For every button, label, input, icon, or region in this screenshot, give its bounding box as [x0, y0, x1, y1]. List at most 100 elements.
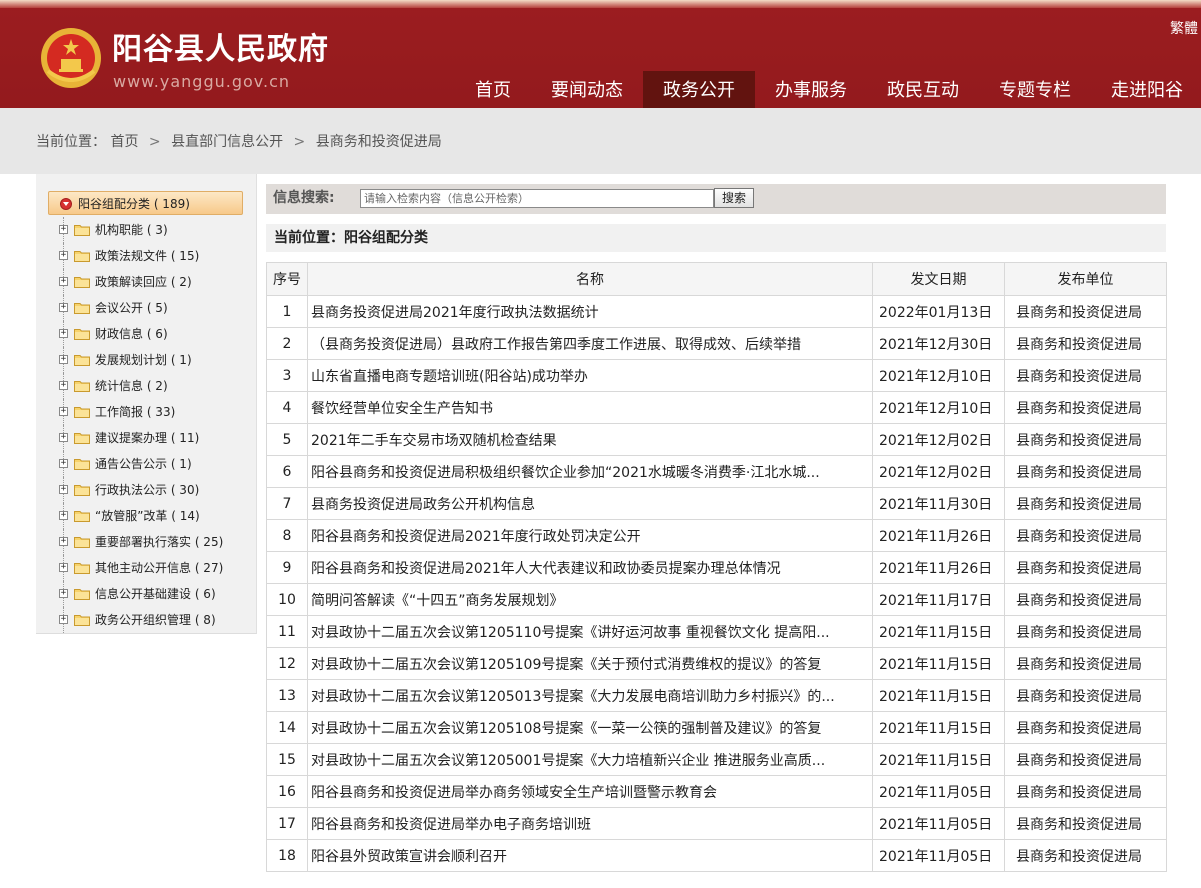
breadcrumb-commerce-bureau[interactable]: 县商务和投资促进局: [316, 134, 442, 150]
tree-item[interactable]: + 机构职能 ( 3): [36, 217, 256, 243]
search-button[interactable]: 搜索: [714, 188, 754, 208]
tree-item[interactable]: + 其他主动公开信息 ( 27): [36, 555, 256, 581]
expand-icon[interactable]: +: [59, 407, 68, 416]
tree-item[interactable]: + 政策法规文件 ( 15): [36, 243, 256, 269]
tree-item[interactable]: + 通告公告公示 ( 1): [36, 451, 256, 477]
nav-news[interactable]: 要闻动态: [531, 71, 643, 108]
table-row: 15 对县政协十二届五次会议第1205001号提案《大力培植新兴企业 推进服务业高…: [266, 743, 1167, 776]
expand-icon[interactable]: +: [59, 355, 68, 364]
tree-item[interactable]: + 发展规划计划 ( 1): [36, 347, 256, 373]
site-title: 阳谷县人民政府: [112, 32, 329, 67]
tree-item[interactable]: + 重要部署执行落实 ( 25): [36, 529, 256, 555]
tree-item-label: 工作简报 ( 33): [95, 405, 176, 419]
expand-icon[interactable]: +: [59, 251, 68, 260]
current-position-text: 当前位置：阳谷组配分类: [274, 230, 428, 246]
row-unit: 县商务和投资促进局: [1004, 839, 1167, 872]
breadcrumb-home[interactable]: 首页: [110, 134, 138, 150]
table-body: 1 县商务投资促进局2021年度行政执法数据统计 2022年01月13日 县商务和投资…: [266, 295, 1167, 872]
row-title-link[interactable]: 对县政协十二届五次会议第1205001号提案《大力培植新兴企业 推进服务业高质.…: [307, 743, 873, 776]
row-date: 2021年12月02日: [872, 455, 1005, 488]
breadcrumb-dept-info[interactable]: 县直部门信息公开: [171, 134, 283, 150]
current-position-bar: 当前位置：阳谷组配分类: [266, 224, 1166, 252]
row-title-link[interactable]: 简明问答解读《“十四五”商务发展规划》: [307, 583, 873, 616]
tree-item-label: 建议提案办理 ( 11): [95, 431, 200, 445]
row-unit: 县商务和投资促进局: [1004, 327, 1167, 360]
nav-special-topics[interactable]: 专题专栏: [979, 71, 1091, 108]
tree-item[interactable]: + 会议公开 ( 5): [36, 295, 256, 321]
expand-icon[interactable]: +: [59, 381, 68, 390]
tree-item-label: 重要部署执行落实 ( 25): [95, 535, 224, 549]
row-unit: 县商务和投资促进局: [1004, 615, 1167, 648]
row-title-link[interactable]: 对县政协十二届五次会议第1205110号提案《讲好运河故事 重视餐饮文化 提高阳…: [307, 615, 873, 648]
tree-item[interactable]: + 工作简报 ( 33): [36, 399, 256, 425]
row-unit: 县商务和投资促进局: [1004, 551, 1167, 584]
expand-icon[interactable]: +: [59, 589, 68, 598]
row-date: 2021年11月15日: [872, 679, 1005, 712]
tree-item-label: 信息公开基础建设 ( 6): [95, 587, 216, 601]
nav-interaction[interactable]: 政民互动: [867, 71, 979, 108]
tree-item[interactable]: + 行政执法公示 ( 30): [36, 477, 256, 503]
row-title-link[interactable]: 阳谷县外贸政策宣讲会顺利召开: [307, 839, 873, 872]
row-title-link[interactable]: 对县政协十二届五次会议第1205108号提案《一菜一公筷的强制普及建议》的答复: [307, 711, 873, 744]
expand-icon[interactable]: +: [59, 459, 68, 468]
row-title-link[interactable]: 2021年二手车交易市场双随机检查结果: [307, 423, 873, 456]
expand-icon[interactable]: +: [59, 563, 68, 572]
breadcrumb-separator: >: [148, 134, 161, 150]
expand-icon[interactable]: +: [59, 511, 68, 520]
folder-icon: [74, 277, 90, 288]
tree-item[interactable]: + 财政信息 ( 6): [36, 321, 256, 347]
row-date: 2021年11月30日: [872, 487, 1005, 520]
folder-icon: [74, 563, 90, 574]
row-date: 2021年12月10日: [872, 391, 1005, 424]
breadcrumb-label: 当前位置：: [36, 134, 106, 150]
tree-item[interactable]: + 信息公开基础建设 ( 6): [36, 581, 256, 607]
expand-icon[interactable]: +: [59, 303, 68, 312]
nav-home[interactable]: 首页: [455, 71, 531, 108]
expand-icon[interactable]: +: [59, 485, 68, 494]
expand-icon[interactable]: +: [59, 277, 68, 286]
expand-icon[interactable]: +: [59, 433, 68, 442]
main-nav: 首页 要闻动态 政务公开 办事服务 政民互动 专题专栏 走进阳谷: [455, 71, 1201, 108]
tree-item[interactable]: + 建议提案办理 ( 11): [36, 425, 256, 451]
row-title-link[interactable]: （县商务投资促进局）县政府工作报告第四季度工作进展、取得成效、后续举措: [307, 327, 873, 360]
row-title-link[interactable]: 对县政协十二届五次会议第1205013号提案《大力发展电商培训助力乡村振兴》的.…: [307, 679, 873, 712]
row-title-link[interactable]: 阳谷县商务和投资促进局举办电子商务培训班: [307, 807, 873, 840]
tree-item-label: “放管服”改革 ( 14): [95, 509, 200, 523]
row-title-link[interactable]: 对县政协十二届五次会议第1205109号提案《关于预付式消费维权的提议》的答复: [307, 647, 873, 680]
row-index: 9: [266, 551, 308, 584]
row-date: 2021年11月15日: [872, 743, 1005, 776]
breadcrumb-bar: 当前位置： 首页 > 县直部门信息公开 > 县商务和投资促进局: [0, 108, 1201, 174]
tree-item[interactable]: + 统计信息 ( 2): [36, 373, 256, 399]
nav-services[interactable]: 办事服务: [755, 71, 867, 108]
row-title-link[interactable]: 阳谷县商务和投资促进局2021年度行政处罚决定公开: [307, 519, 873, 552]
row-title-link[interactable]: 阳谷县商务和投资促进局举办商务领域安全生产培训暨警示教育会: [307, 775, 873, 808]
tree-item[interactable]: + “放管服”改革 ( 14): [36, 503, 256, 529]
search-input[interactable]: [360, 189, 714, 208]
tree-item[interactable]: + 政务公开组织管理 ( 8): [36, 607, 256, 633]
row-title-link[interactable]: 山东省直播电商专题培训班(阳谷站)成功举办: [307, 359, 873, 392]
tree-item-label: 会议公开 ( 5): [95, 301, 168, 315]
row-title-link[interactable]: 阳谷县商务和投资促进局积极组织餐饮企业参加“2021水城暖冬消费季·江北水城..…: [307, 455, 873, 488]
nav-about-yanggu[interactable]: 走进阳谷: [1091, 71, 1201, 108]
row-title-link[interactable]: 阳谷县商务和投资促进局2021年人大代表建议和政协委员提案办理总体情况: [307, 551, 873, 584]
browser-bookmark-strip: [0, 0, 1201, 8]
row-unit: 县商务和投资促进局: [1004, 807, 1167, 840]
row-title-link[interactable]: 县商务投资促进局2021年度行政执法数据统计: [307, 295, 873, 328]
row-title-link[interactable]: 县商务投资促进局政务公开机构信息: [307, 487, 873, 520]
expand-icon[interactable]: +: [59, 615, 68, 624]
national-emblem-icon: [41, 28, 101, 88]
nav-gov-affairs[interactable]: 政务公开: [643, 71, 755, 108]
traditional-chinese-link[interactable]: 繁體: [1170, 20, 1198, 38]
row-unit: 县商务和投资促进局: [1004, 423, 1167, 456]
table-row: 3 山东省直播电商专题培训班(阳谷站)成功举办 2021年12月10日 县商务和投资促…: [266, 359, 1167, 392]
expand-icon[interactable]: +: [59, 537, 68, 546]
row-unit: 县商务和投资促进局: [1004, 359, 1167, 392]
expand-icon[interactable]: +: [59, 225, 68, 234]
collapse-icon[interactable]: [60, 198, 72, 210]
expand-icon[interactable]: +: [59, 329, 68, 338]
tree-item[interactable]: + 政策解读回应 ( 2): [36, 269, 256, 295]
row-title-link[interactable]: 餐饮经营单位安全生产告知书: [307, 391, 873, 424]
header-index: 序号: [266, 262, 308, 296]
tree-root-item[interactable]: 阳谷组配分类 ( 189): [48, 191, 243, 215]
table-header-row: 序号 名称 发文日期 发布单位: [266, 262, 1167, 296]
